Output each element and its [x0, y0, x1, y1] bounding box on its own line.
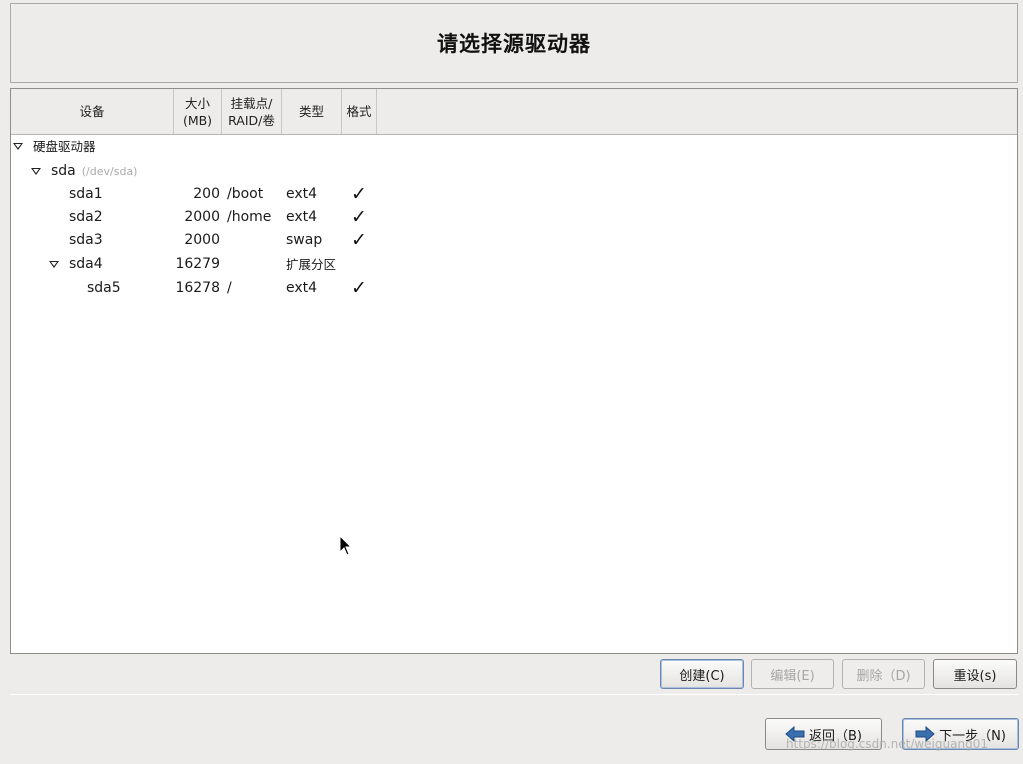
device-name: sda (/dev/sda) — [51, 163, 138, 179]
type-value: 扩展分区 — [286, 257, 337, 272]
type-value: ext4 — [286, 186, 318, 202]
page-title: 请选择源驱动器 — [437, 32, 591, 56]
format-check-icon: ✓ — [351, 229, 367, 251]
tree-row-sda3[interactable]: sda3 2000 swap ✓ — [11, 229, 1017, 252]
size-value: 2000 — [184, 209, 220, 225]
format-check-icon: ✓ — [351, 183, 367, 205]
edit-button[interactable]: 编辑(E) — [751, 659, 834, 689]
expander-icon[interactable] — [13, 143, 23, 150]
mount-value: /boot — [227, 186, 264, 202]
device-name: 硬盘驱动器 — [33, 139, 96, 154]
tree-row-sda[interactable]: sda (/dev/sda) — [11, 160, 1017, 183]
device-path: (/dev/sda) — [81, 165, 138, 178]
device-name: sda3 — [69, 232, 103, 248]
format-check-icon: ✓ — [351, 206, 367, 228]
title-banner: 请选择源驱动器 — [10, 3, 1018, 83]
column-header-row: 设备 大小 (MB) 挂载点/ RAID/卷 类型 格式 — [11, 89, 1017, 135]
device-name: sda5 — [87, 280, 121, 296]
tree-row-sda4[interactable]: sda4 16279 扩展分区 — [11, 253, 1017, 276]
expander-icon[interactable] — [49, 261, 59, 268]
col-mount[interactable]: 挂载点/ RAID/卷 — [222, 89, 282, 134]
device-name: sda4 — [69, 256, 103, 272]
col-format[interactable]: 格式 — [342, 89, 377, 134]
type-value: ext4 — [286, 280, 318, 296]
tree-row-sda2[interactable]: sda2 2000 /home ext4 ✓ — [11, 206, 1017, 229]
col-device[interactable]: 设备 — [11, 89, 174, 134]
create-button[interactable]: 创建(C) — [660, 659, 744, 689]
mouse-cursor-icon — [339, 535, 353, 556]
size-value: 2000 — [184, 232, 220, 248]
drive-table[interactable]: 设备 大小 (MB) 挂载点/ RAID/卷 类型 格式 硬盘驱动器 sda (/… — [10, 88, 1018, 654]
expander-icon[interactable] — [31, 168, 41, 175]
divider — [10, 694, 1018, 695]
device-name: sda1 — [69, 186, 103, 202]
mount-value: /home — [227, 209, 272, 225]
type-value: ext4 — [286, 209, 318, 225]
reset-button[interactable]: 重设(s) — [933, 659, 1017, 689]
col-size[interactable]: 大小 (MB) — [174, 89, 222, 134]
mount-value: / — [227, 280, 232, 296]
tree-row-sda5[interactable]: sda5 16278 / ext4 ✓ — [11, 277, 1017, 300]
delete-button[interactable]: 删除（D) — [842, 659, 925, 689]
tree-row-sda1[interactable]: sda1 200 /boot ext4 ✓ — [11, 183, 1017, 206]
size-value: 16279 — [175, 256, 220, 272]
size-value: 200 — [193, 186, 220, 202]
device-name: sda2 — [69, 209, 103, 225]
watermark: https://blog.csdn.net/weiguang01 — [786, 737, 988, 751]
type-value: swap — [286, 232, 323, 248]
format-check-icon: ✓ — [351, 277, 367, 299]
col-type[interactable]: 类型 — [282, 89, 342, 134]
tree-row-hard-drives[interactable]: 硬盘驱动器 — [11, 135, 1017, 158]
size-value: 16278 — [175, 280, 220, 296]
